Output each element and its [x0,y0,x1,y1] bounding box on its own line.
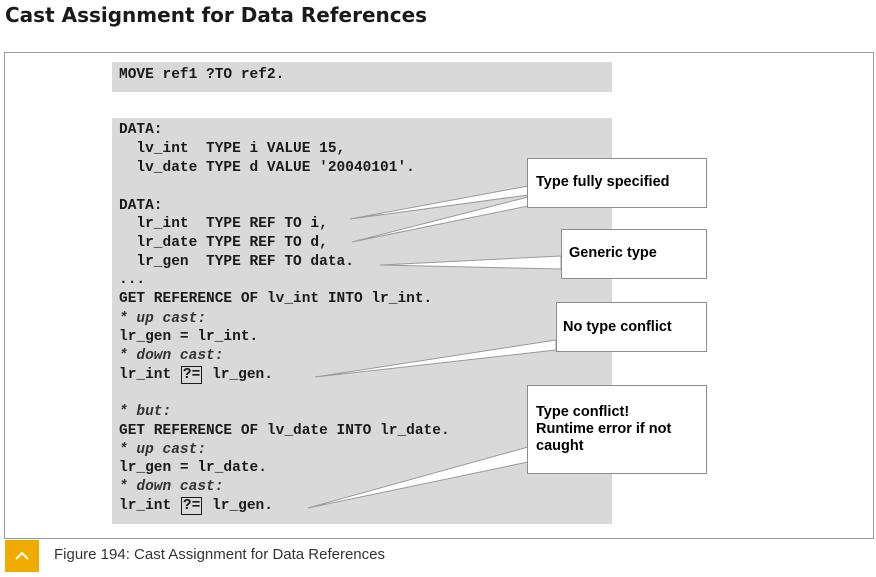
chevron-up-icon [15,551,29,560]
callout-text: Type conflict! Runtime error if not caug… [536,404,672,454]
connector-type-conflict [307,446,529,509]
callout-text: Generic type [569,245,657,261]
callout-connectors [307,185,562,509]
callout-generic-type: Generic type [561,229,707,279]
callout-text: No type conflict [563,319,672,335]
callout-no-type-conflict: No type conflict [556,302,707,352]
connector-no-type-conflict [314,339,557,378]
connector-type-fully-specified-a [349,185,529,220]
callout-type-fully-specified: Type fully specified [527,158,707,208]
connector-generic-type [379,255,562,270]
callout-type-conflict: Type conflict! Runtime error if not caug… [527,385,707,474]
callout-text: Type fully specified [536,174,670,190]
caption-toggle-button[interactable] [5,540,39,572]
figure-caption-bar: Figure 194: Cast Assignment for Data Ref… [4,538,874,572]
figure-caption: Figure 194: Cast Assignment for Data Ref… [54,546,385,563]
